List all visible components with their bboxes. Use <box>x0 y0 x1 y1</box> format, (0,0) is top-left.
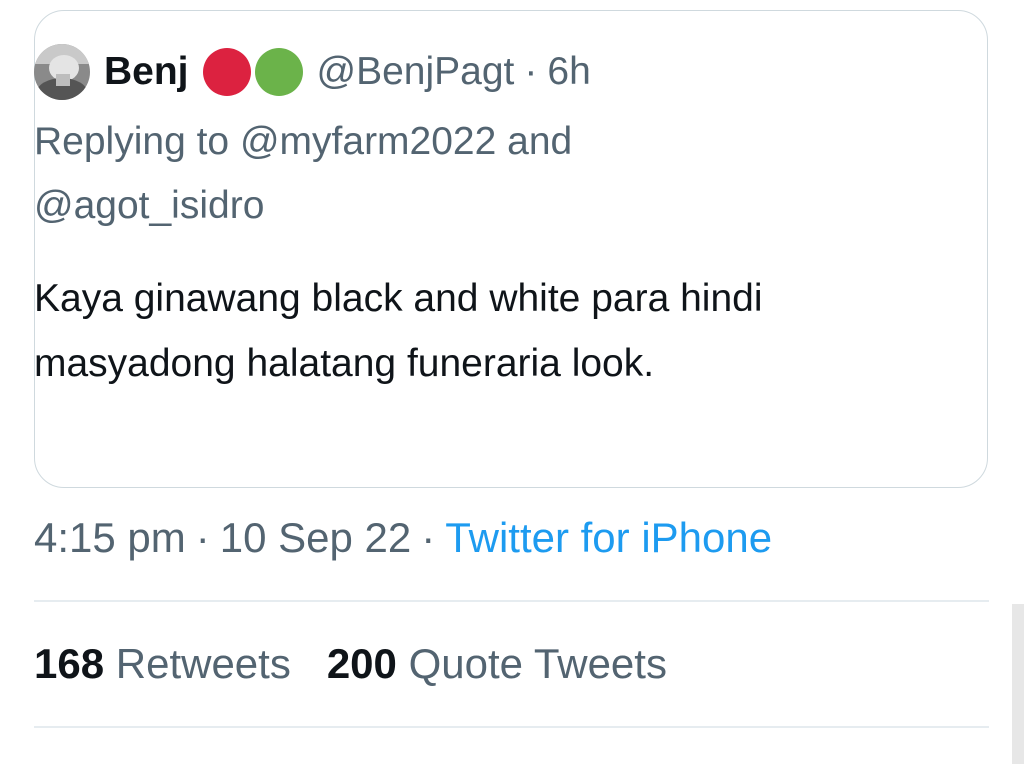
retweets-stat[interactable]: 168 Retweets <box>34 640 291 687</box>
red-circle-icon <box>202 48 251 96</box>
tweet-meta-row: 4:15 pm · 10 Sep 22 · Twitter for iPhone <box>34 510 772 566</box>
replying-to-line: Replying to @myfarm2022 and @agot_isidro <box>34 110 934 238</box>
tweet-source-link[interactable]: Twitter for iPhone <box>445 514 772 561</box>
scrollbar[interactable] <box>1012 604 1024 764</box>
reply-joiner: and <box>507 120 573 163</box>
reply-mention-link[interactable]: @agot_isidro <box>34 184 264 227</box>
retweets-count: 168 <box>34 640 105 687</box>
separator-dot: · <box>524 50 538 93</box>
tweet-time[interactable]: 4:15 pm <box>34 514 186 561</box>
separator-dot: · <box>421 514 436 561</box>
retweets-label: Retweets <box>115 640 291 687</box>
engagement-stats-row: 168 Retweets 200 Quote Tweets <box>34 636 667 692</box>
avatar-icon[interactable] <box>34 44 90 100</box>
replying-prefix: Replying to <box>34 120 230 163</box>
separator-dot: · <box>195 514 210 561</box>
tweet-detail-page: Benj @BenjPagt · 6h Replying to @myfarm2… <box>0 0 1024 764</box>
tweet-date[interactable]: 10 Sep 22 <box>220 514 412 561</box>
tweet-time-ago[interactable]: 6h <box>547 50 590 94</box>
author-handle[interactable]: @BenjPagt <box>317 50 515 94</box>
divider <box>34 726 989 728</box>
quote-tweets-label: Quote Tweets <box>408 640 667 687</box>
green-circle-icon <box>254 48 303 96</box>
divider <box>34 600 989 602</box>
quote-tweets-count: 200 <box>326 640 397 687</box>
author-display-name[interactable]: Benj <box>104 50 189 94</box>
quoted-tweet-text: Kaya ginawang black and white para hindi… <box>34 277 763 385</box>
quoted-tweet-author-row: Benj @BenjPagt · 6h <box>34 44 591 100</box>
reply-mention-link[interactable]: @myfarm2022 <box>240 120 496 163</box>
quote-tweets-stat[interactable]: 200 Quote Tweets <box>327 640 667 687</box>
